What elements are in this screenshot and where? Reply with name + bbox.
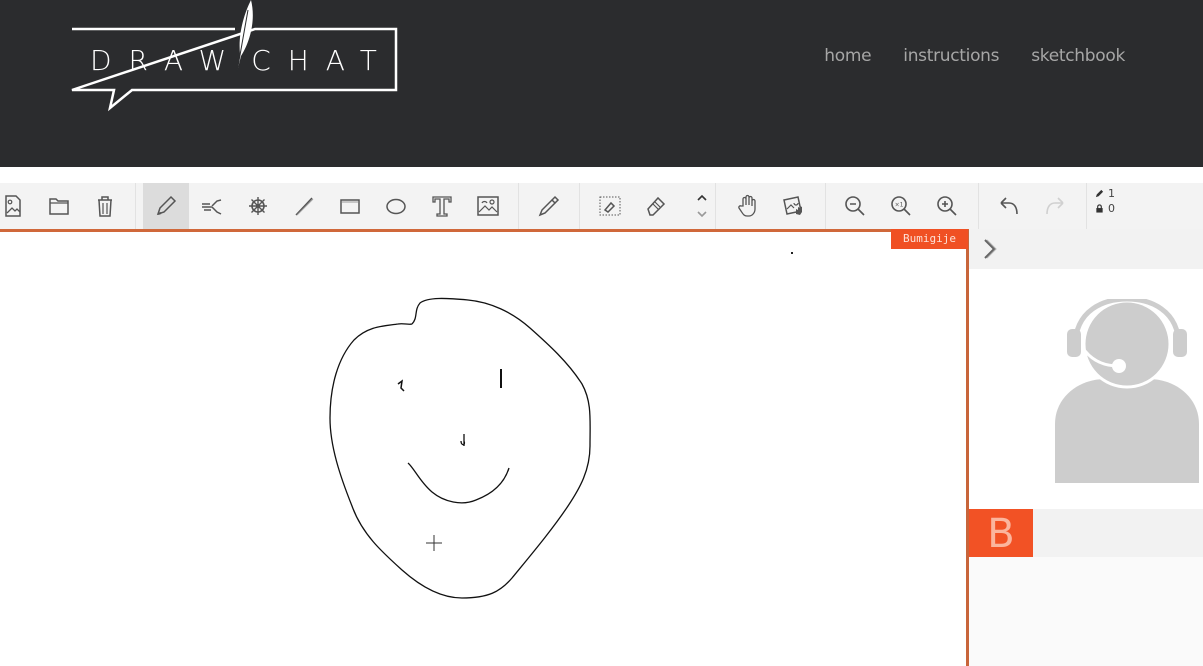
open-image-icon [5, 195, 21, 217]
move-image-button[interactable] [771, 183, 817, 229]
chevron-right-icon[interactable] [981, 237, 1001, 261]
redo-button[interactable] [1032, 183, 1078, 229]
nav-sketchbook[interactable]: sketchbook [1031, 46, 1125, 66]
support-avatar-icon [1055, 299, 1199, 483]
layer-counters: 1 0 [1095, 186, 1115, 216]
drawchat-logo[interactable]: DRAW CHAT [70, 0, 400, 115]
insert-image-button[interactable] [465, 183, 511, 229]
chat-side-panel: B [969, 229, 1203, 666]
face-outline-stroke [329, 297, 591, 599]
pencil-tool-button[interactable] [143, 183, 189, 229]
wheel-brush-icon [249, 197, 267, 215]
clear-canvas-button[interactable] [82, 183, 128, 229]
stray-dot [791, 252, 793, 254]
user-initial-badge: B [969, 509, 1033, 557]
site-header: DRAW CHAT home instructions sketchbook [0, 0, 1203, 167]
logo-word-draw: DRAW [90, 44, 244, 77]
line-icon [295, 197, 314, 216]
pencil-small-icon [1095, 189, 1104, 198]
draw-count: 1 [1108, 187, 1115, 200]
pan-tool-button[interactable] [725, 183, 771, 229]
zoom-out-button[interactable] [832, 183, 878, 229]
photo-move-icon [783, 196, 802, 215]
hand-pan-icon [738, 194, 756, 217]
spray-tool-button[interactable] [189, 183, 235, 229]
toolbar-divider [579, 183, 580, 229]
toolbar-divider [518, 183, 519, 229]
nose-stroke [460, 434, 466, 446]
pencil-icon [156, 195, 177, 216]
zoom-out-icon [845, 196, 865, 216]
selection-eraser-button[interactable] [587, 183, 633, 229]
drawing-canvas[interactable] [0, 229, 969, 666]
toolbar-divider [825, 183, 826, 229]
zoom-reset-icon: ×1 [891, 196, 911, 216]
left-eye-stroke [397, 379, 405, 392]
ellipse-icon [386, 198, 406, 215]
zoom-in-icon [937, 196, 957, 216]
open-file-button[interactable] [36, 183, 82, 229]
lock-icon [1096, 204, 1103, 213]
toolbar-divider [135, 183, 136, 229]
user-cursor-tag: Bumigije [891, 229, 968, 249]
nav-home[interactable]: home [824, 46, 871, 66]
undo-button[interactable] [986, 183, 1032, 229]
open-folder-icon [49, 198, 69, 215]
lock-counter: 0 [1095, 201, 1115, 216]
panel-header [969, 229, 1203, 269]
crosshair-cursor [426, 535, 442, 551]
eraser-icon [647, 196, 666, 216]
nav-instructions[interactable]: instructions [903, 46, 999, 66]
chat-messages-area [969, 557, 1203, 666]
pattern-brush-button[interactable] [235, 183, 281, 229]
eyedropper-icon [538, 195, 560, 217]
layer-order-button[interactable] [679, 183, 725, 229]
logo-word-chat: CHAT [251, 44, 394, 77]
ellipse-tool-button[interactable] [373, 183, 419, 229]
eyedropper-button[interactable] [526, 183, 572, 229]
toolbar-divider [978, 183, 979, 229]
layer-up-down-icon [697, 194, 707, 218]
logo-text: DRAW CHAT [70, 44, 396, 84]
mouth-stroke [407, 462, 510, 504]
zoom-reset-button[interactable]: ×1 [878, 183, 924, 229]
zoom-in-button[interactable] [924, 183, 970, 229]
toolbar-divider [1086, 183, 1087, 229]
toolbar-divider [715, 183, 716, 229]
sketch-drawing [329, 252, 793, 599]
rectangle-tool-button[interactable] [327, 183, 373, 229]
drawing-toolbar: ×1 1 0 [0, 183, 1203, 229]
eraser-button[interactable] [633, 183, 679, 229]
user-list-item[interactable]: B [969, 509, 1203, 557]
main-nav: home instructions sketchbook [792, 46, 1125, 66]
rectangle-icon [340, 199, 360, 214]
text-icon [432, 196, 452, 217]
line-tool-button[interactable] [281, 183, 327, 229]
trash-icon [98, 196, 112, 217]
text-tool-button[interactable] [419, 183, 465, 229]
redo-icon [1046, 197, 1064, 215]
lock-count: 0 [1108, 202, 1115, 215]
undo-icon [1000, 197, 1018, 215]
insert-image-icon [477, 196, 499, 216]
open-image-button[interactable] [0, 183, 36, 229]
select-erase-icon [599, 196, 621, 216]
spray-brush-icon [202, 199, 222, 215]
svg-text:×1: ×1 [895, 202, 904, 209]
draw-counter: 1 [1095, 186, 1115, 201]
